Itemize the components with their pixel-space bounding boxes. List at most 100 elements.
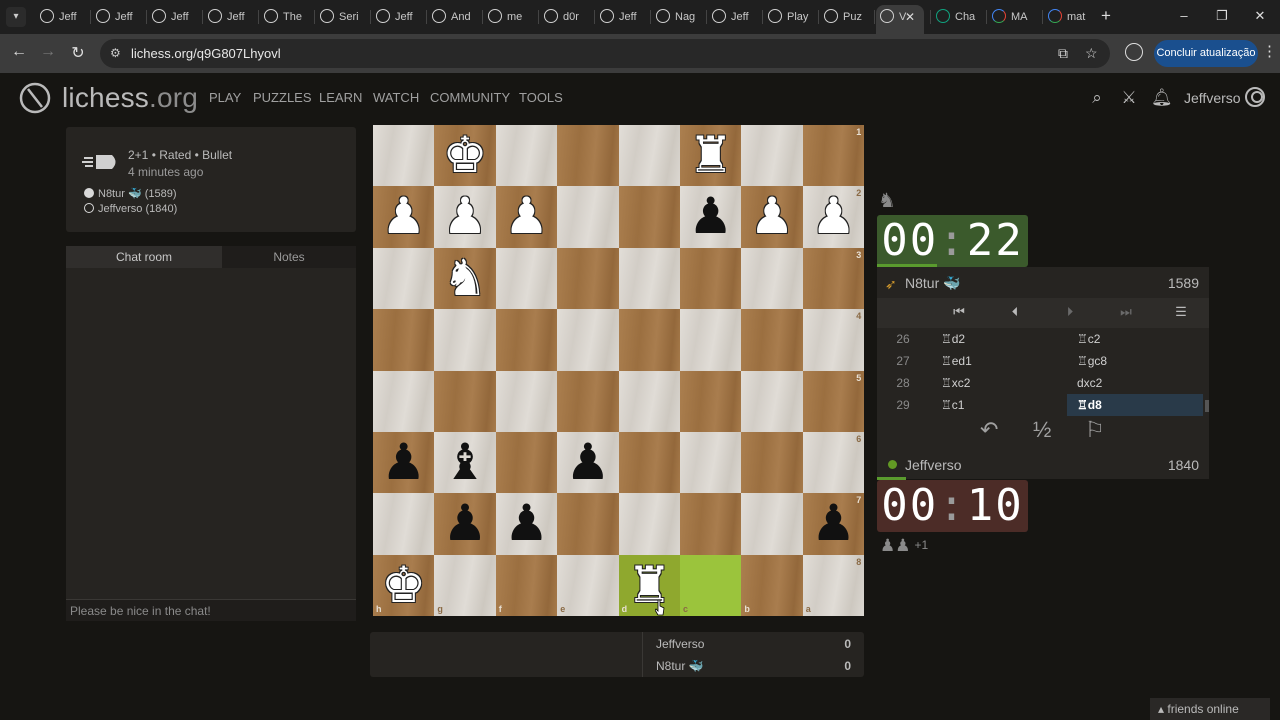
board-square[interactable] — [557, 309, 619, 371]
browser-tab[interactable]: Jeff — [204, 5, 256, 29]
browser-tab[interactable]: Jeff — [92, 5, 144, 29]
white-move[interactable]: ♖d2 — [931, 328, 1067, 350]
tab-close-icon[interactable]: ✕ — [905, 10, 915, 24]
black-move[interactable]: ♖gc8 — [1067, 350, 1203, 372]
nav-learn[interactable]: LEARN — [319, 90, 362, 105]
top-player-name[interactable]: N8tur 🐳 — [905, 275, 961, 292]
window-close-icon[interactable]: ✕ — [1250, 8, 1270, 24]
board-square[interactable] — [373, 309, 435, 371]
bookmark-star-icon[interactable]: ☆ — [1085, 45, 1098, 62]
black-move[interactable]: ♖c2 — [1067, 328, 1203, 350]
new-tab-plus-icon[interactable]: + — [1101, 6, 1111, 26]
install-app-icon[interactable]: ⧉ — [1058, 45, 1068, 62]
browser-tab[interactable]: Play — [764, 5, 816, 29]
tab-chat-room[interactable]: Chat room — [66, 246, 222, 268]
board-square[interactable] — [618, 247, 680, 310]
browser-tab[interactable]: The — [260, 5, 312, 29]
board-square[interactable] — [741, 432, 803, 494]
board-square[interactable] — [557, 370, 619, 432]
white-move[interactable]: ♖xc2 — [931, 372, 1067, 394]
username-link[interactable]: Jeffverso — [1184, 90, 1241, 106]
bottom-player-name[interactable]: Jeffverso — [905, 457, 962, 473]
board-square[interactable] — [680, 247, 742, 310]
board-square[interactable] — [618, 309, 680, 371]
chess-piece[interactable]: ♟ — [373, 432, 434, 493]
lichess-knight-logo-icon[interactable] — [18, 81, 52, 115]
board-square[interactable] — [618, 493, 680, 555]
address-bar[interactable]: ⚙ lichess.org/q9G807Lhyovl ⧉ ☆ — [100, 39, 1110, 68]
crosstable-player-1[interactable]: Jeffverso — [656, 637, 704, 651]
browser-tab[interactable]: Jeff — [148, 5, 200, 29]
move-list-scrollbar[interactable] — [1205, 400, 1209, 412]
chess-piece[interactable]: ♟ — [741, 186, 802, 247]
chess-piece[interactable]: ♚ — [373, 555, 434, 616]
tab-notes[interactable]: Notes — [222, 246, 356, 268]
browser-tab[interactable]: V — [876, 5, 924, 34]
chess-piece[interactable]: ♟ — [803, 186, 864, 247]
prev-move-icon[interactable]: ⏴ — [1005, 304, 1025, 320]
black-move[interactable]: ♖d8 — [1067, 394, 1203, 416]
board-square[interactable] — [557, 186, 619, 248]
chess-piece[interactable]: ♟ — [557, 432, 618, 493]
reload-icon[interactable]: ↻ — [68, 43, 88, 63]
chess-piece[interactable]: ♞ — [434, 248, 495, 309]
board-square[interactable] — [802, 247, 865, 310]
minimize-icon[interactable]: – — [1174, 8, 1194, 23]
browser-tab[interactable]: Jeff — [372, 5, 424, 29]
board-square[interactable] — [741, 247, 803, 310]
chess-piece[interactable]: ♟ — [434, 493, 495, 554]
forward-arrow-icon[interactable]: → — [38, 43, 58, 61]
last-move-icon[interactable]: ⏭ — [1116, 304, 1136, 320]
next-move-icon[interactable]: ⏵ — [1060, 304, 1080, 320]
white-move[interactable]: ♖ed1 — [931, 350, 1067, 372]
black-move[interactable]: dxc2 — [1067, 372, 1203, 394]
update-button[interactable]: Concluir atualização — [1154, 40, 1258, 67]
site-logo[interactable]: lichess.org — [62, 82, 198, 114]
browser-tab[interactable]: Puz — [820, 5, 872, 29]
board-square[interactable] — [618, 125, 680, 187]
nav-tools[interactable]: TOOLS — [519, 90, 563, 105]
board-square[interactable] — [741, 125, 803, 187]
board-square[interactable] — [373, 247, 435, 310]
white-player-name[interactable]: N8tur 🐳 (1589) — [98, 188, 177, 200]
resign-flag-icon[interactable]: ⚐ — [1085, 417, 1105, 443]
restore-icon[interactable]: ❐ — [1212, 8, 1232, 24]
board-square[interactable] — [618, 370, 680, 432]
url-text[interactable]: lichess.org/q9G807Lhyovl — [131, 46, 281, 61]
chess-piece[interactable]: ♜ — [619, 555, 680, 616]
board-square[interactable] — [618, 432, 680, 494]
board-square[interactable] — [680, 370, 742, 432]
board-square[interactable] — [802, 309, 865, 371]
board-square[interactable] — [680, 309, 742, 371]
friends-online-button[interactable]: ▴ friends online — [1150, 698, 1270, 720]
board-square[interactable] — [680, 493, 742, 555]
board-square[interactable] — [495, 432, 558, 494]
crosstable-player-2[interactable]: N8tur 🐳 — [656, 659, 704, 673]
browser-tab[interactable]: Nag — [652, 5, 704, 29]
search-icon[interactable]: ⌕ — [1087, 88, 1107, 108]
board-square[interactable] — [557, 554, 619, 617]
chat-input[interactable]: Please be nice in the chat! — [66, 599, 356, 621]
board-square[interactable] — [373, 125, 435, 187]
site-info-icon[interactable]: ⚙ — [110, 46, 124, 60]
tab-search-chevron-icon[interactable]: ▾ — [6, 7, 26, 27]
board-square[interactable] — [802, 125, 865, 187]
board-square[interactable] — [557, 125, 619, 187]
board-square[interactable] — [557, 493, 619, 555]
board-square[interactable] — [802, 370, 865, 432]
board-square[interactable] — [373, 370, 435, 432]
takeback-arrow-icon[interactable]: ↶ — [980, 417, 998, 443]
board-square[interactable] — [434, 554, 496, 617]
black-player-line[interactable]: Jeffverso (1840) — [84, 203, 177, 215]
board-square[interactable] — [495, 370, 558, 432]
nav-play[interactable]: PLAY — [209, 90, 241, 105]
black-player-name[interactable]: Jeffverso (1840) — [98, 203, 177, 215]
board-square[interactable] — [557, 247, 619, 310]
browser-tab[interactable]: mat — [1044, 5, 1096, 29]
board-square[interactable] — [495, 125, 558, 187]
offer-draw-button[interactable]: ½ — [1033, 417, 1051, 443]
back-arrow-icon[interactable]: ← — [9, 43, 29, 61]
menu-hamburger-icon[interactable]: ☰ — [1171, 304, 1191, 320]
board-square[interactable] — [434, 370, 496, 432]
board-square[interactable] — [680, 554, 742, 617]
